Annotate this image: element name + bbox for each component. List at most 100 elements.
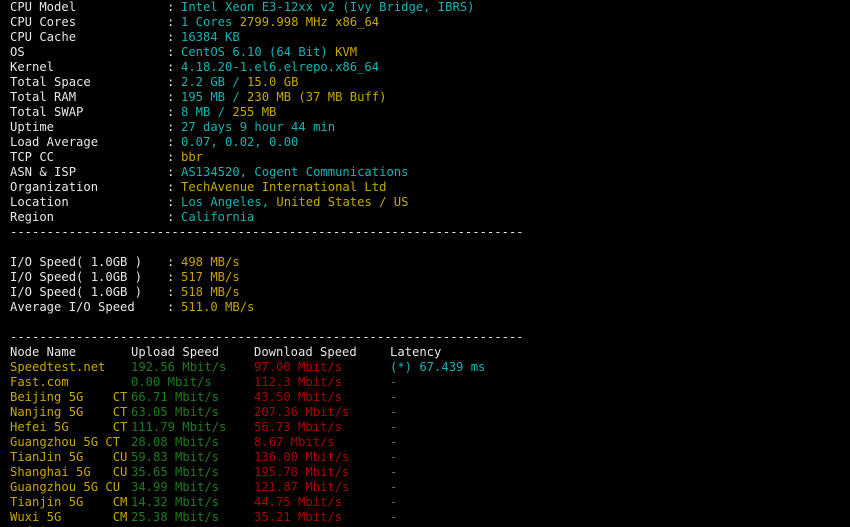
info-row: Total SWAP:8 MB / 255 MB xyxy=(0,105,850,120)
row-download-speed: 35.21 Mbit/s xyxy=(254,510,343,524)
row-latency: - xyxy=(390,495,398,509)
io-row: Average I/O Speed:511.0 MB/s xyxy=(0,300,850,315)
info-label: Organization xyxy=(10,180,99,194)
info-label: CPU Cores xyxy=(10,15,77,29)
io-value: 517 MB/s xyxy=(181,270,240,284)
info-label: OS xyxy=(10,45,25,59)
info-value-secondary: 230 MB (37 MB Buff) xyxy=(247,90,387,104)
info-value-primary: 0.07, 0.02, 0.00 xyxy=(181,135,299,149)
info-label: TCP CC xyxy=(10,150,55,164)
row-upload-speed: 192.56 Mbit/s xyxy=(131,360,227,374)
row-download-speed: 121.87 Mbit/s xyxy=(254,480,350,494)
info-row: OS: CentOS 6.10 (64 Bit) KVM xyxy=(0,45,850,60)
info-value-gap xyxy=(328,45,335,59)
info-value-secondary: United States / US xyxy=(276,195,409,209)
info-label: Region xyxy=(10,210,55,224)
info-value-gap xyxy=(232,15,239,29)
table-row: TianJin 5G CU 59.83 Mbit/s 136.00 Mbit/s - xyxy=(0,450,850,465)
info-label: Total SWAP xyxy=(10,105,84,119)
row-upload-speed: 59.83 Mbit/s xyxy=(131,450,220,464)
info-colon: : xyxy=(167,165,175,179)
info-colon: : xyxy=(167,105,175,119)
row-node-name: Wuxi 5G CM xyxy=(10,510,128,524)
io-value: 518 MB/s xyxy=(181,285,240,299)
info-colon: : xyxy=(167,135,175,149)
info-row: CPU Cores:1 Cores 2799.998 MHz x86_64 xyxy=(0,15,850,30)
info-colon: : xyxy=(167,195,175,209)
table-row: Tianjin 5G CM 14.32 Mbit/s 44.75 Mbit/s - xyxy=(0,495,850,510)
info-value-primary: 195 MB / xyxy=(181,90,240,104)
header-upload-speed: Upload Speed xyxy=(131,345,220,359)
row-download-speed: 43.50 Mbit/s xyxy=(254,390,343,404)
row-upload-speed: 25.38 Mbit/s xyxy=(131,510,220,524)
row-download-speed: 97.00 Mbit/s xyxy=(254,360,343,374)
row-download-speed: 8.67 Mbit/s xyxy=(254,435,335,449)
info-label: Total RAM xyxy=(10,90,77,104)
row-upload-speed: 63.05 Mbit/s xyxy=(131,405,220,419)
info-label: Load Average xyxy=(10,135,99,149)
info-row: Uptime:27 days 9 hour 44 min xyxy=(0,120,850,135)
info-row: Kernel:4.18.20-1.el6.elrepo.x86_64 xyxy=(0,60,850,75)
io-colon: : xyxy=(167,255,175,269)
row-latency: - xyxy=(390,375,398,389)
info-value-gap xyxy=(240,90,247,104)
table-row: Beijing 5G CT 66.71 Mbit/s 43.50 Mbit/s - xyxy=(0,390,850,405)
terminal-window[interactable]: CPU Model: Intel Xeon E3-12xx v2 (Ivy Bri… xyxy=(0,0,850,527)
row-node-name: Shanghai 5G CU xyxy=(10,465,128,479)
info-value-primary: 4.18.20-1.el6.elrepo.x86_64 xyxy=(181,60,380,74)
row-upload-speed: 111.79 Mbit/s xyxy=(131,420,227,434)
header-download-speed: Download Speed xyxy=(254,345,357,359)
io-colon: : xyxy=(167,300,175,314)
system-info-section: CPU Model: Intel Xeon E3-12xx v2 (Ivy Bri… xyxy=(0,0,850,225)
divider-bottom: ----------------------------------------… xyxy=(10,330,524,344)
info-colon: : xyxy=(167,120,175,134)
info-colon: : xyxy=(167,60,175,74)
io-row: I/O Speed( 1.0GB ):517 MB/s xyxy=(0,270,850,285)
io-label: I/O Speed( 1.0GB ) xyxy=(10,270,143,284)
io-label: I/O Speed( 1.0GB ) xyxy=(10,255,143,269)
info-row: Location: Los Angeles, United States / US xyxy=(0,195,850,210)
info-row: Total Space:2.2 GB / 15.0 GB xyxy=(0,75,850,90)
row-upload-speed: 0.00 Mbit/s xyxy=(131,375,212,389)
info-row: Load Average:0.07, 0.02, 0.00 xyxy=(0,135,850,150)
info-value-primary: Intel Xeon E3-12xx v2 (Ivy Bridge, IBRS) xyxy=(181,0,475,14)
io-label: Average I/O Speed xyxy=(10,300,135,314)
info-value-gap xyxy=(240,75,247,89)
speedtest-header-row: Node Name Upload Speed Download Speed Laten… xyxy=(0,345,850,360)
row-download-speed: 56.73 Mbit/s xyxy=(254,420,343,434)
row-node-name: Hefei 5G CT xyxy=(10,420,128,434)
info-value-primary: 27 days 9 hour 44 min xyxy=(181,120,336,134)
info-value-secondary: 255 MB xyxy=(232,105,277,119)
table-row: Guangzhou 5G CU 34.99 Mbit/s 121.87 Mbit/s… xyxy=(0,480,850,495)
io-value: 511.0 MB/s xyxy=(181,300,255,314)
row-latency: - xyxy=(390,510,398,524)
info-value-primary: 16384 KB xyxy=(181,30,240,44)
info-value-secondary: 15.0 GB xyxy=(247,75,299,89)
info-colon: : xyxy=(167,0,175,14)
table-row: Guangzhou 5G CT 28.08 Mbit/s 8.67 Mbit/s - xyxy=(0,435,850,450)
table-row: Wuxi 5G CM 25.38 Mbit/s 35.21 Mbit/s - xyxy=(0,510,850,525)
table-row: Shanghai 5G CU 35.65 Mbit/s 195.78 Mbit/s - xyxy=(0,465,850,480)
row-node-name: Guangzhou 5G CT xyxy=(10,435,121,449)
info-colon: : xyxy=(167,75,175,89)
row-latency: - xyxy=(390,405,398,419)
row-upload-speed: 28.08 Mbit/s xyxy=(131,435,220,449)
row-node-name: Guangzhou 5G CU xyxy=(10,480,121,494)
info-value-primary: AS134520, Cogent Communications xyxy=(181,165,409,179)
table-row: Hefei 5G CT 111.79 Mbit/s 56.73 Mbit/s - xyxy=(0,420,850,435)
row-latency: - xyxy=(390,420,398,434)
row-latency: - xyxy=(390,480,398,494)
info-label: CPU Model xyxy=(10,0,77,14)
table-row: Speedtest.net 192.56 Mbit/s 97.00 Mbit/s (*… xyxy=(0,360,850,375)
row-node-name: Beijing 5G CT xyxy=(10,390,128,404)
info-value-secondary: bbr xyxy=(181,150,204,164)
info-value-primary: 8 MB / xyxy=(181,105,226,119)
io-row: I/O Speed( 1.0GB ):518 MB/s xyxy=(0,285,850,300)
info-colon: : xyxy=(167,15,175,29)
row-download-speed: 136.00 Mbit/s xyxy=(254,450,350,464)
row-node-name: Nanjing 5G CT xyxy=(10,405,128,419)
table-row: Nanjing 5G CT 63.05 Mbit/s 207.36 Mbit/s - xyxy=(0,405,850,420)
info-value-secondary: 2799.998 MHz x86_64 xyxy=(239,15,380,29)
info-row: Organization: TechAvenue International Lt… xyxy=(0,180,850,195)
